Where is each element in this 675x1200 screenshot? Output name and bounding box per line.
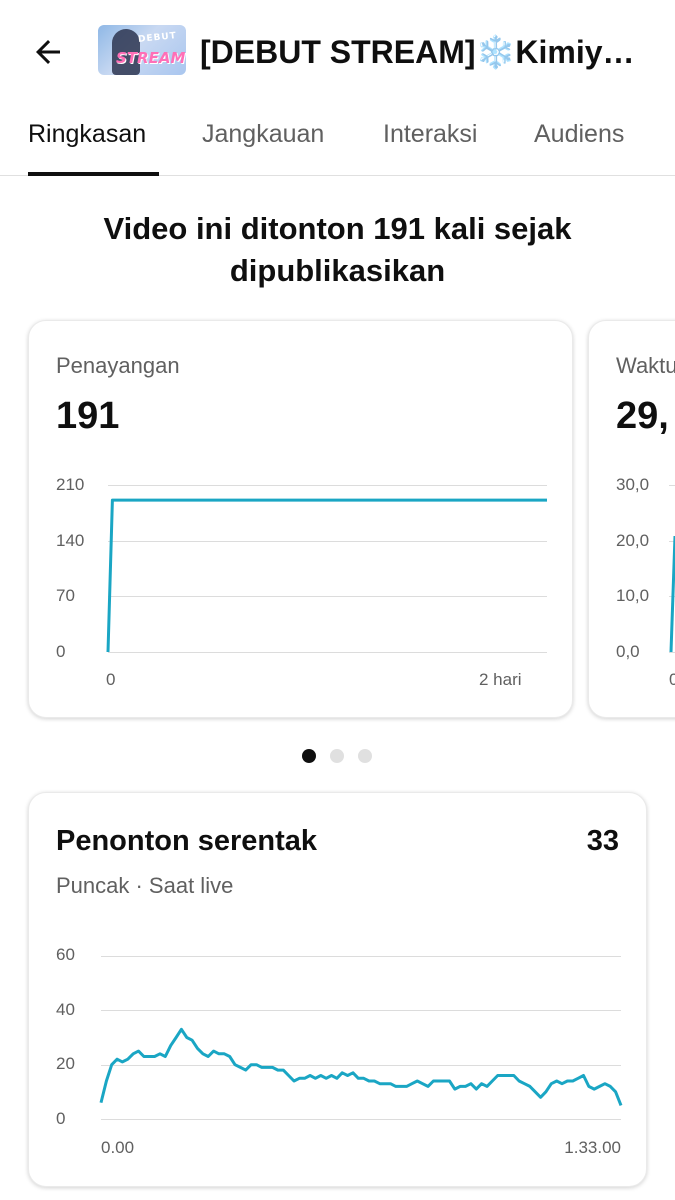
top-bar: DEBUT STREAM [DEBUT STREAM]❄️Kimiy… — [0, 0, 675, 100]
views-series-line — [106, 498, 547, 653]
carousel-pager — [302, 749, 372, 763]
watch-time-series-line — [669, 535, 675, 653]
tab-bar: Ringkasan Jangkauan Interaksi Audiens — [0, 100, 675, 176]
pager-dot[interactable] — [358, 749, 372, 763]
concurrent-line-chart — [99, 1027, 623, 1106]
x-tick: 0.00 — [101, 1138, 135, 1157]
views-card[interactable]: Penayangan 191 210 140 70 0 0 2 hari — [28, 320, 573, 718]
views-line-chart — [106, 498, 547, 653]
back-button[interactable] — [26, 30, 70, 74]
active-tab-indicator — [28, 172, 159, 176]
video-thumbnail: DEBUT STREAM — [98, 25, 186, 75]
x-tick: 0 — [669, 670, 675, 690]
tab-jangkauan[interactable]: Jangkauan — [202, 120, 324, 149]
pager-dot[interactable] — [302, 749, 316, 763]
summary-headline: Video ini ditonton 191 kali sejak dipubl… — [103, 211, 572, 288]
watch-time-card[interactable]: Waktu 29, 30,0 20,0 10,0 0,0 0 — [588, 320, 675, 718]
concurrent-series-line — [99, 1027, 623, 1106]
x-tick: 2 hari — [479, 670, 522, 689]
watch-time-line-chart — [669, 535, 675, 653]
tab-interaksi[interactable]: Interaksi — [383, 120, 477, 149]
tab-ringkasan[interactable]: Ringkasan — [28, 120, 146, 149]
x-tick: 0 — [106, 670, 116, 689]
concurrent-viewers-card[interactable]: Penonton serentak 33 Puncak · Saat live … — [28, 792, 647, 1187]
video-title: [DEBUT STREAM]❄️Kimiy… — [200, 34, 635, 70]
pager-dot[interactable] — [330, 749, 344, 763]
arrow-back-icon — [36, 40, 60, 64]
tab-audiens[interactable]: Audiens — [534, 120, 624, 149]
x-tick: 1.33.00 — [564, 1138, 621, 1157]
